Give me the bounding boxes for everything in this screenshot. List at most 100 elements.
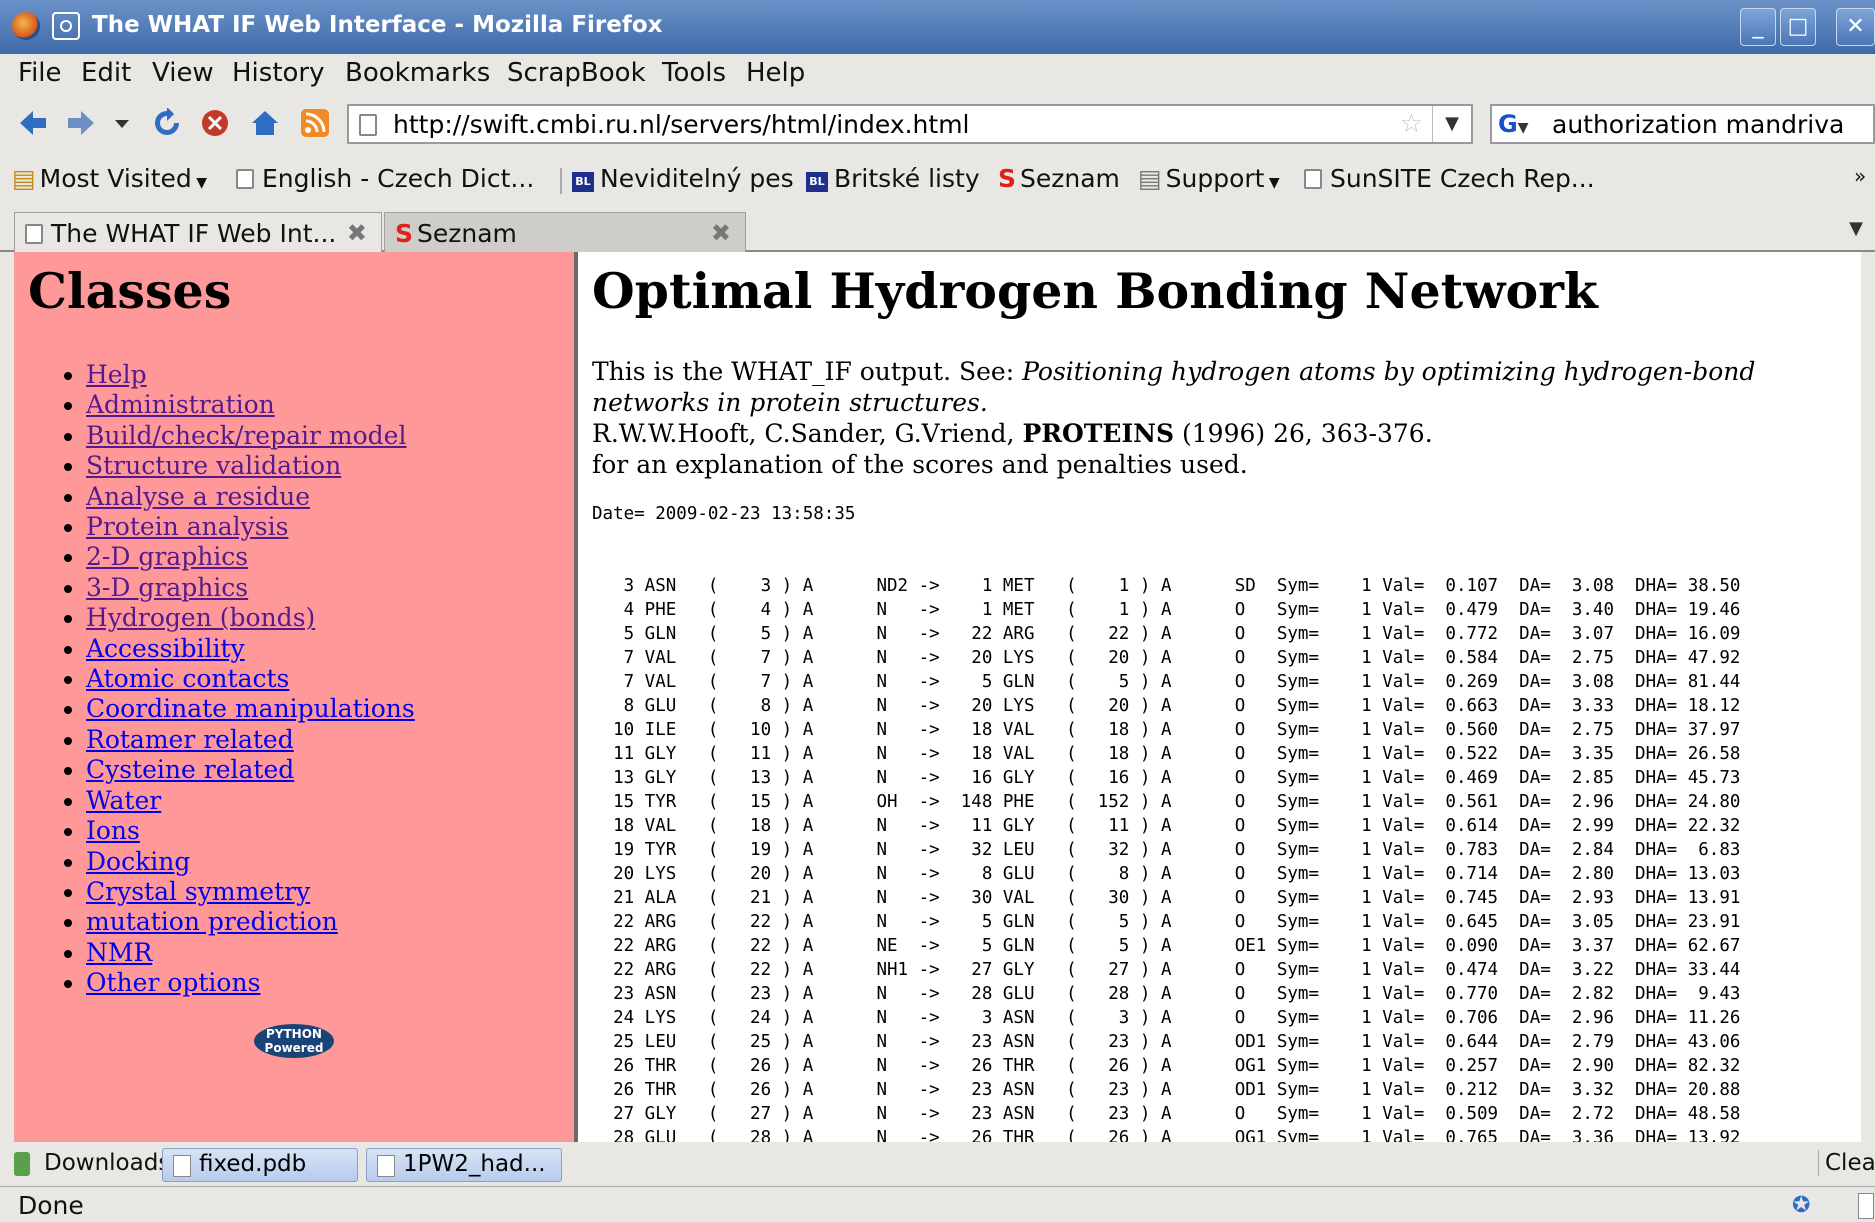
url-bar[interactable]: http://swift.cmbi.ru.nl/servers/html/ind…	[347, 104, 1473, 144]
class-link-ions[interactable]: Ions	[86, 816, 140, 845]
main-frame: Optimal Hydrogen Bonding Network This is…	[592, 252, 1842, 1142]
page-title: Optimal Hydrogen Bonding Network	[592, 262, 1598, 320]
class-link-2-d-graphics[interactable]: 2-D graphics	[86, 542, 248, 571]
class-link-nmr[interactable]: NMR	[86, 938, 152, 967]
tab-list-dropdown-icon[interactable]: ▼	[1849, 218, 1863, 239]
downloads-label[interactable]: Downloads	[44, 1150, 170, 1176]
hbond-row: 3 ASN ( 3 ) A ND2 -> 1 MET ( 1 ) A SD Sy…	[592, 576, 1741, 596]
bookmarks-overflow-icon[interactable]: »	[1854, 164, 1866, 188]
hbond-row: 24 LYS ( 24 ) A N -> 3 ASN ( 3 ) A O Sym…	[592, 1008, 1741, 1028]
page-identity-icon[interactable]	[359, 114, 377, 136]
folder-icon: ▤	[1138, 164, 1162, 193]
class-link-help[interactable]: Help	[86, 360, 147, 389]
close-window-button[interactable]: ✕	[1836, 8, 1875, 46]
bookmark-nevidetelny-pes[interactable]: BL Neviditelný pes	[572, 164, 794, 193]
bookmark-britske-listy[interactable]: BL Britské listy	[806, 164, 980, 193]
class-link-hydrogen-bonds[interactable]: Hydrogen (bonds)	[86, 603, 315, 632]
class-list-item: Other options	[86, 968, 415, 998]
tab-what-if[interactable]: The WHAT IF Web Int... ✖	[14, 212, 382, 252]
class-link-accessibility[interactable]: Accessibility	[86, 634, 245, 663]
bl-icon: BL	[572, 172, 594, 192]
page-content: Classes HelpAdministrationBuild/check/re…	[14, 252, 1861, 1142]
search-engine-icon[interactable]: G▼	[1498, 110, 1548, 138]
class-link-water[interactable]: Water	[86, 786, 161, 815]
minimize-button[interactable]: _	[1740, 8, 1776, 46]
hbond-row: 4 PHE ( 4 ) A N -> 1 MET ( 1 ) A O Sym= …	[592, 600, 1741, 620]
class-link-coordinate-manipulations[interactable]: Coordinate manipulations	[86, 694, 415, 723]
clear-downloads-button[interactable]: Clear	[1818, 1150, 1875, 1176]
bookmark-seznam[interactable]: S Seznam	[998, 164, 1120, 193]
class-list-item: 3-D graphics	[86, 573, 415, 603]
menu-bookmarks[interactable]: Bookmarks	[345, 58, 490, 88]
search-input[interactable]: authorization mandriva	[1552, 110, 1844, 139]
status-panel-icon[interactable]	[1858, 1193, 1874, 1219]
window-menu-icon[interactable]	[52, 12, 80, 40]
class-list-item: Crystal symmetry	[86, 877, 415, 907]
hbond-row: 19 TYR ( 19 ) A N -> 32 LEU ( 32 ) A O S…	[592, 840, 1741, 860]
python-powered-badge[interactable]: PYTHON Powered	[254, 1024, 334, 1058]
url-text[interactable]: http://swift.cmbi.ru.nl/servers/html/ind…	[393, 110, 970, 139]
bookmark-english-czech[interactable]: English - Czech Dict...	[236, 164, 534, 193]
history-dropdown-icon[interactable]	[112, 108, 132, 138]
class-link-atomic-contacts[interactable]: Atomic contacts	[86, 664, 289, 693]
class-list-item: Administration	[86, 390, 415, 420]
downloads-bar: Downloads fixed.pdb 1PW2_had... Clear	[0, 1144, 1875, 1186]
classes-list: HelpAdministrationBuild/check/repair mod…	[54, 360, 415, 999]
class-link-crystal-symmetry[interactable]: Crystal symmetry	[86, 877, 310, 906]
restore-button[interactable]: □	[1780, 8, 1816, 46]
bookmark-star-icon[interactable]: ☆	[1400, 109, 1423, 139]
menu-history[interactable]: History	[232, 58, 325, 88]
class-link-build-check-repair-model[interactable]: Build/check/repair model	[86, 421, 406, 450]
home-icon[interactable]	[250, 108, 280, 138]
class-link-structure-validation[interactable]: Structure validation	[86, 451, 341, 480]
url-dropdown-icon[interactable]: ▼	[1432, 106, 1471, 142]
class-link-rotamer-related[interactable]: Rotamer related	[86, 725, 294, 754]
downloads-icon	[14, 1152, 30, 1176]
menu-view[interactable]: View	[152, 58, 214, 88]
class-link-analyse-a-residue[interactable]: Analyse a residue	[86, 482, 310, 511]
hbond-row: 22 ARG ( 22 ) A N -> 5 GLN ( 5 ) A O Sym…	[592, 912, 1741, 932]
status-addon-icon[interactable]: ✪	[1792, 1193, 1810, 1218]
tab-seznam[interactable]: S Seznam ✖	[384, 212, 746, 252]
reload-icon[interactable]	[152, 108, 182, 138]
page-icon	[236, 169, 254, 189]
class-link-mutation-prediction[interactable]: mutation prediction	[86, 907, 338, 936]
menu-scrapbook[interactable]: ScrapBook	[507, 58, 646, 88]
rss-feed-icon[interactable]	[300, 108, 330, 138]
tab-close-icon[interactable]: ✖	[347, 219, 367, 247]
menu-tools[interactable]: Tools	[662, 58, 726, 88]
bookmark-most-visited[interactable]: ▤ Most Visited ▼	[12, 164, 207, 193]
class-link-other-options[interactable]: Other options	[86, 968, 260, 997]
class-link-protein-analysis[interactable]: Protein analysis	[86, 512, 288, 541]
stop-icon[interactable]	[200, 108, 230, 138]
tab-close-icon[interactable]: ✖	[711, 219, 731, 247]
page-icon	[25, 224, 43, 244]
hbond-row: 8 GLU ( 8 ) A N -> 20 LYS ( 20 ) A O Sym…	[592, 696, 1741, 716]
seznam-icon: S	[395, 219, 414, 248]
forward-icon[interactable]	[66, 108, 96, 138]
bookmark-sunsite[interactable]: SunSITE Czech Rep...	[1304, 164, 1595, 193]
download-item-fixed-pdb[interactable]: fixed.pdb	[162, 1148, 358, 1182]
file-icon	[173, 1155, 191, 1177]
class-link-3-d-graphics[interactable]: 3-D graphics	[86, 573, 248, 602]
class-link-cysteine-related[interactable]: Cysteine related	[86, 755, 294, 784]
sidebar-title: Classes	[28, 262, 232, 320]
seznam-icon: S	[998, 164, 1017, 193]
class-link-docking[interactable]: Docking	[86, 847, 190, 876]
hbond-row: 7 VAL ( 7 ) A N -> 5 GLN ( 5 ) A O Sym= …	[592, 672, 1741, 692]
menu-file[interactable]: File	[18, 58, 62, 88]
search-bar[interactable]: G▼ authorization mandriva	[1490, 104, 1875, 144]
hbond-row: 21 ALA ( 21 ) A N -> 30 VAL ( 30 ) A O S…	[592, 888, 1741, 908]
class-list-item: Build/check/repair model	[86, 421, 415, 451]
hbond-row: 22 ARG ( 22 ) A NH1 -> 27 GLY ( 27 ) A O…	[592, 960, 1741, 980]
menu-edit[interactable]: Edit	[81, 58, 131, 88]
class-list-item: Hydrogen (bonds)	[86, 603, 415, 633]
file-icon	[377, 1155, 395, 1177]
hbond-row: 13 GLY ( 13 ) A N -> 16 GLY ( 16 ) A O S…	[592, 768, 1741, 788]
menu-help[interactable]: Help	[746, 58, 805, 88]
download-item-1pw2[interactable]: 1PW2_had...	[366, 1148, 562, 1182]
class-list-item: Docking	[86, 847, 415, 877]
class-link-administration[interactable]: Administration	[86, 390, 275, 419]
back-icon[interactable]	[18, 108, 48, 138]
bookmark-support[interactable]: ▤ Support ▼	[1138, 164, 1280, 193]
